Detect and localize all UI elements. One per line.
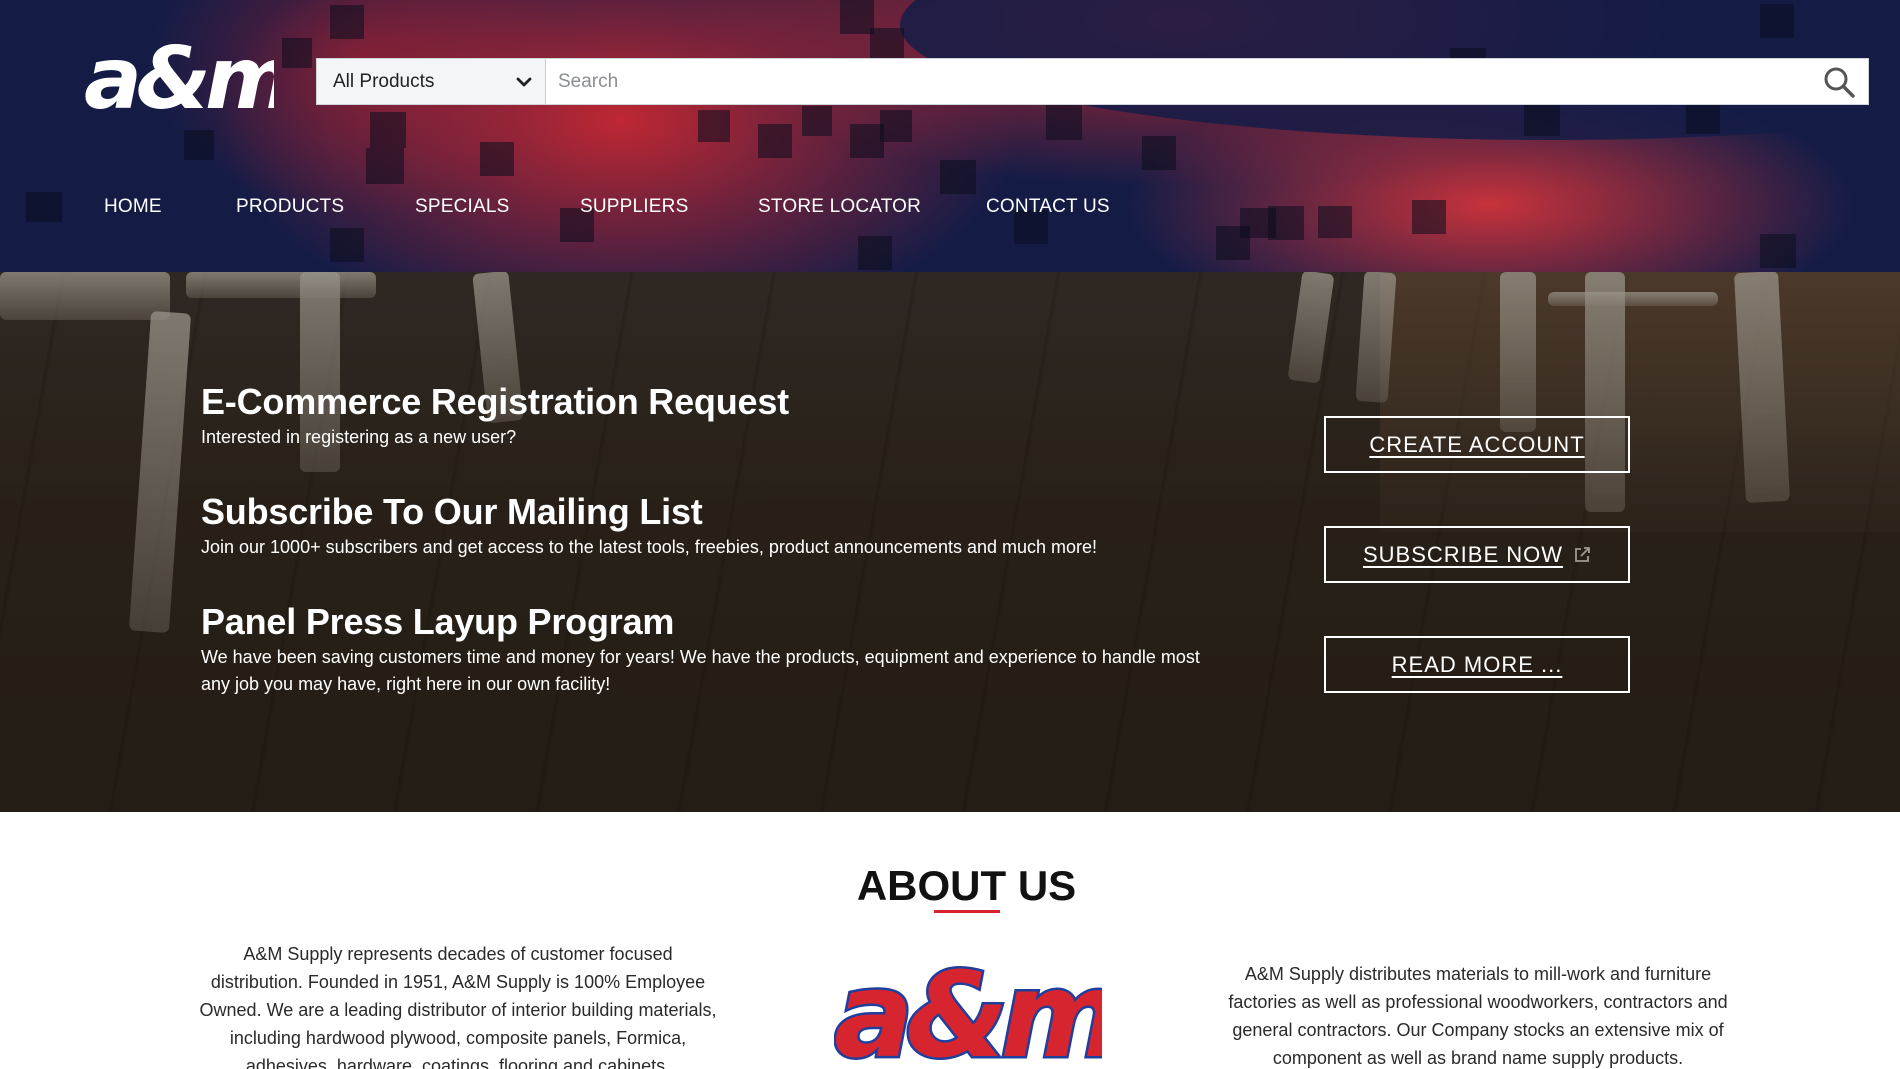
category-select[interactable]: All Products <box>317 59 546 104</box>
about-left-text: A&M Supply represents decades of custome… <box>199 944 717 1069</box>
svg-text:a&m: a&m <box>834 946 1102 1069</box>
main-nav: HOME PRODUCTS SPECIALS SUPPLIERS STORE L… <box>0 196 1200 228</box>
promo-title: E-Commerce Registration Request <box>201 381 789 422</box>
create-account-button[interactable]: CREATE ACCOUNT <box>1324 416 1630 473</box>
promo-description: Join our 1000+ subscribers and get acces… <box>201 537 1098 557</box>
search-input[interactable] <box>546 59 1810 104</box>
chevron-down-icon <box>516 77 532 87</box>
promo-panel-press: Panel Press Layup Program We have been s… <box>201 602 1201 698</box>
nav-store-locator[interactable]: STORE LOCATOR <box>758 196 921 218</box>
promo-title: Panel Press Layup Program <box>201 601 675 642</box>
about-title-underline <box>934 910 1000 913</box>
promo-registration: E-Commerce Registration Request Interest… <box>201 382 789 451</box>
site-logo[interactable]: a&m <box>84 28 274 118</box>
nav-contact-us[interactable]: CONTACT US <box>986 196 1110 218</box>
subscribe-now-button[interactable]: SUBSCRIBE NOW <box>1324 526 1630 583</box>
site-header: a&m All Products HOME PRODUCTS SPECIALS … <box>0 0 1900 272</box>
about-logo: a&m <box>834 944 1102 1069</box>
nav-suppliers[interactable]: SUPPLIERS <box>580 196 688 218</box>
about-right-text: A&M Supply distributes materials to mill… <box>1228 964 1728 1068</box>
read-more-button[interactable]: READ MORE ... <box>1324 636 1630 693</box>
search-button[interactable] <box>1810 59 1868 104</box>
promo-description: We have been saving customers time and m… <box>201 647 1200 694</box>
external-link-icon <box>1575 546 1590 562</box>
promo-description: Interested in registering as a new user? <box>201 427 517 447</box>
nav-products[interactable]: PRODUCTS <box>236 196 344 218</box>
search-bar: All Products <box>316 58 1869 105</box>
nav-home[interactable]: HOME <box>104 196 162 218</box>
category-select-value: All Products <box>333 70 435 92</box>
svg-text:a&m: a&m <box>84 29 274 118</box>
promo-mailing-list: Subscribe To Our Mailing List Join our 1… <box>201 492 1097 561</box>
about-title: ABOUT US <box>856 862 1077 909</box>
search-icon <box>1824 67 1855 98</box>
nav-specials[interactable]: SPECIALS <box>415 196 510 218</box>
promo-title: Subscribe To Our Mailing List <box>201 491 703 532</box>
hero-banner: E-Commerce Registration Request Interest… <box>0 272 1900 812</box>
